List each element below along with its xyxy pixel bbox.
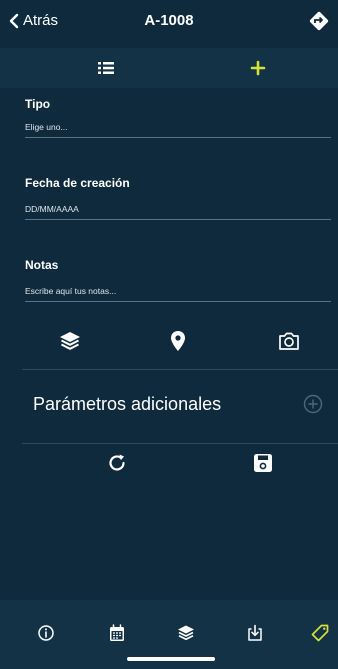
app-screen: Atrás A-1008 Tipo Elige uno... Fecha de … [0, 0, 338, 669]
back-button[interactable]: Atrás [8, 12, 58, 29]
parametros-adicionales-label: Parámetros adicionales [33, 394, 222, 414]
directions-icon[interactable] [308, 10, 330, 32]
list-icon[interactable] [97, 60, 115, 76]
sub-tab-bar [0, 48, 338, 88]
tipo-label: Tipo [25, 97, 51, 111]
layers-icon[interactable] [175, 622, 197, 644]
add-circle-icon[interactable] [302, 393, 324, 415]
camera-icon[interactable] [276, 328, 302, 354]
fecha-label: Fecha de creación [25, 176, 130, 190]
home-indicator [127, 657, 215, 661]
back-label: Atrás [23, 12, 59, 29]
info-icon[interactable] [35, 622, 57, 644]
top-bar: Atrás A-1008 [0, 0, 338, 48]
divider [22, 369, 338, 370]
tag-icon[interactable] [309, 622, 331, 644]
layers-icon[interactable] [57, 328, 83, 354]
download-icon[interactable] [244, 622, 266, 644]
tipo-select[interactable]: Elige uno... [25, 122, 331, 138]
notas-input[interactable]: Escribe aquí tus notas... [25, 286, 331, 302]
plus-icon[interactable] [246, 56, 270, 80]
fecha-input[interactable]: DD/MM/AAAA [25, 204, 331, 220]
save-icon[interactable] [251, 451, 275, 475]
location-pin-icon[interactable] [165, 328, 191, 354]
refresh-icon[interactable] [105, 451, 129, 475]
chevron-left-icon [9, 13, 19, 28]
calendar-icon[interactable] [106, 622, 128, 644]
divider [22, 443, 338, 444]
notas-label: Notas [25, 258, 59, 272]
